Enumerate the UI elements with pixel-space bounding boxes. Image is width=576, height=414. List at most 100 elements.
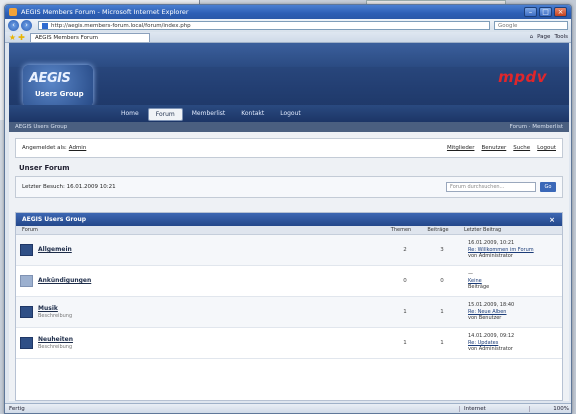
menu-item[interactable]: Forum bbox=[147, 108, 183, 121]
forum-search-button[interactable]: Go bbox=[540, 182, 556, 192]
forum-section-header: AEGIS Users Group × bbox=[16, 213, 562, 226]
zoom-level[interactable]: 100% bbox=[529, 405, 569, 412]
last-post-author: von Administrator bbox=[468, 253, 513, 260]
col-posts: Beiträge bbox=[427, 227, 449, 233]
topics-count: 1 bbox=[403, 340, 407, 346]
topics-count: 1 bbox=[403, 309, 407, 315]
mpdv-logo: mpdv bbox=[498, 68, 547, 86]
collapse-icon[interactable]: × bbox=[548, 216, 556, 224]
maximize-button[interactable]: □ bbox=[539, 7, 552, 17]
topics-count: 2 bbox=[403, 247, 407, 253]
forward-icon[interactable]: › bbox=[21, 20, 32, 31]
forum-cell: Musik Beschreibung bbox=[38, 305, 388, 319]
brand-prefix: mp bbox=[498, 68, 526, 86]
browser-icon bbox=[9, 8, 17, 16]
last-post-link[interactable]: Re: Neue Alben bbox=[468, 309, 506, 315]
last-post-cell: 15.01.2009, 18:40 Re: Neue Alben von Benut… bbox=[462, 302, 562, 322]
forum-link[interactable]: Ankündigungen bbox=[38, 277, 388, 284]
posts-count: 3 bbox=[440, 247, 444, 253]
forum-description: Beschreibung bbox=[38, 313, 73, 319]
last-post-link[interactable]: Re: Willkommen im Forum bbox=[468, 247, 534, 253]
status-bar: Fertig Internet 100% bbox=[5, 403, 571, 413]
posts-count: 1 bbox=[440, 340, 444, 346]
close-button[interactable]: × bbox=[554, 7, 567, 17]
page-viewport: AEGIS Users Group mpdv Home Forum Memberli… bbox=[9, 43, 569, 401]
breadcrumb: AEGIS Users Group Forum · Memberlist bbox=[9, 122, 569, 132]
forum-status-icon bbox=[20, 337, 33, 349]
menu-item[interactable]: Memberlist bbox=[185, 108, 233, 121]
title-bar[interactable]: AEGIS Members Forum - Microsoft Internet… bbox=[5, 5, 571, 19]
col-last-post: Letzter Beitrag bbox=[464, 227, 502, 233]
forum-link[interactable]: Allgemein bbox=[38, 246, 388, 253]
last-post-link[interactable]: Keine bbox=[468, 278, 482, 284]
topics-count: 0 bbox=[403, 278, 407, 284]
forum-search-input[interactable]: Forum durchsuchen... bbox=[446, 182, 536, 192]
posts-count: 0 bbox=[440, 278, 444, 284]
user-link[interactable]: Admin bbox=[69, 145, 87, 151]
tab-row: ★ ✚ AEGIS Members Forum ⌂ Page Tools bbox=[5, 32, 571, 43]
breadcrumb-left[interactable]: AEGIS Users Group bbox=[15, 124, 67, 130]
address-bar[interactable]: http://aegis.members-forum.local/forum/i… bbox=[38, 21, 490, 30]
user-links: Mitglieder Benutzer Suche Logout bbox=[447, 145, 556, 151]
last-post-author: Beiträge bbox=[468, 284, 490, 291]
browser-tab[interactable]: AEGIS Members Forum bbox=[30, 32, 150, 42]
forum-status-icon bbox=[20, 306, 33, 318]
table-row: Allgemein 2 3 16.01.2009, 10:21 Re: Willkomm… bbox=[16, 235, 562, 266]
site-menu: Home Forum Memberlist Kontakt Logout bbox=[9, 105, 569, 122]
page-favicon-icon bbox=[42, 22, 48, 29]
breadcrumb-right[interactable]: Forum · Memberlist bbox=[510, 124, 563, 130]
forum-link[interactable]: Musik bbox=[38, 305, 388, 312]
forum-table: AEGIS Users Group × Forum Themen Beiträg… bbox=[15, 212, 563, 401]
window-title: AEGIS Members Forum - Microsoft Internet… bbox=[21, 8, 189, 16]
browser-search-input[interactable]: Google bbox=[494, 21, 568, 30]
forum-cell: Neuheiten Beschreibung bbox=[38, 336, 388, 350]
link-members[interactable]: Mitglieder bbox=[447, 145, 475, 151]
back-icon[interactable]: ‹ bbox=[8, 20, 19, 31]
address-row: ‹ › http://aegis.members-forum.local/for… bbox=[5, 19, 571, 32]
add-favorite-icon[interactable]: ✚ bbox=[17, 33, 26, 42]
browser-window: AEGIS Members Forum - Microsoft Internet… bbox=[4, 4, 572, 414]
site-header: AEGIS Users Group mpdv Home Forum Memberli… bbox=[9, 43, 569, 122]
forum-cell: Allgemein bbox=[38, 246, 388, 254]
section-title[interactable]: AEGIS Users Group bbox=[22, 216, 86, 223]
command-page[interactable]: Page bbox=[537, 34, 550, 40]
last-post-cell: 16.01.2009, 10:21 Re: Willkommen im Forum… bbox=[462, 240, 562, 260]
link-logout[interactable]: Logout bbox=[537, 145, 556, 151]
link-search[interactable]: Suche bbox=[513, 145, 530, 151]
forum-status-icon bbox=[20, 244, 33, 256]
menu-item[interactable]: Kontakt bbox=[234, 108, 271, 121]
status-text: Fertig bbox=[9, 405, 25, 412]
favorites-star-icon[interactable]: ★ bbox=[8, 33, 17, 42]
menu-item[interactable]: Home bbox=[114, 108, 146, 121]
column-headers: Forum Themen Beiträge Letzter Beitrag bbox=[16, 226, 562, 235]
link-users[interactable]: Benutzer bbox=[481, 145, 506, 151]
address-text: http://aegis.members-forum.local/forum/i… bbox=[51, 22, 191, 29]
table-row: Neuheiten Beschreibung 1 1 14.01.2009, 09:12… bbox=[16, 328, 562, 359]
desktop: AEGIS Members Forum - Microsoft Internet… bbox=[0, 0, 576, 414]
forum-description: Beschreibung bbox=[38, 344, 73, 350]
user-bar: Angemeldet als: Admin Mitglieder Benutze… bbox=[15, 138, 563, 158]
last-post-cell: — Keine Beiträge bbox=[462, 271, 562, 291]
forum-cell: Ankündigungen bbox=[38, 277, 388, 285]
posts-count: 1 bbox=[440, 309, 444, 315]
home-icon[interactable]: ⌂ bbox=[530, 34, 534, 40]
last-post-cell: 14.01.2009, 09:12 Re: Updates von Administ… bbox=[462, 333, 562, 353]
menu-item[interactable]: Logout bbox=[273, 108, 308, 121]
last-post-link[interactable]: Re: Updates bbox=[468, 340, 498, 346]
header-band bbox=[9, 43, 569, 67]
col-topics: Themen bbox=[390, 227, 412, 233]
forum-status-icon bbox=[20, 275, 33, 287]
logo-text: AEGIS bbox=[29, 71, 71, 86]
forum-rows: Allgemein 2 3 16.01.2009, 10:21 Re: Willkomm… bbox=[16, 235, 562, 359]
aegis-logo[interactable]: AEGIS Users Group bbox=[23, 65, 93, 107]
forum-toolbar: Letzter Besuch: 16.01.2009 10:21 Forum d… bbox=[15, 176, 563, 198]
minimize-button[interactable]: – bbox=[524, 7, 537, 17]
forum-link[interactable]: Neuheiten bbox=[38, 336, 388, 343]
command-tools[interactable]: Tools bbox=[554, 34, 568, 40]
page-title: Unser Forum bbox=[19, 164, 70, 172]
logo-subtext: Users Group bbox=[35, 90, 84, 98]
brand-suffix: dv bbox=[525, 68, 547, 86]
security-zone: Internet bbox=[459, 405, 529, 412]
last-post-author: von Administrator bbox=[468, 346, 513, 353]
table-row: Ankündigungen 0 0 — Keine Beiträge bbox=[16, 266, 562, 297]
